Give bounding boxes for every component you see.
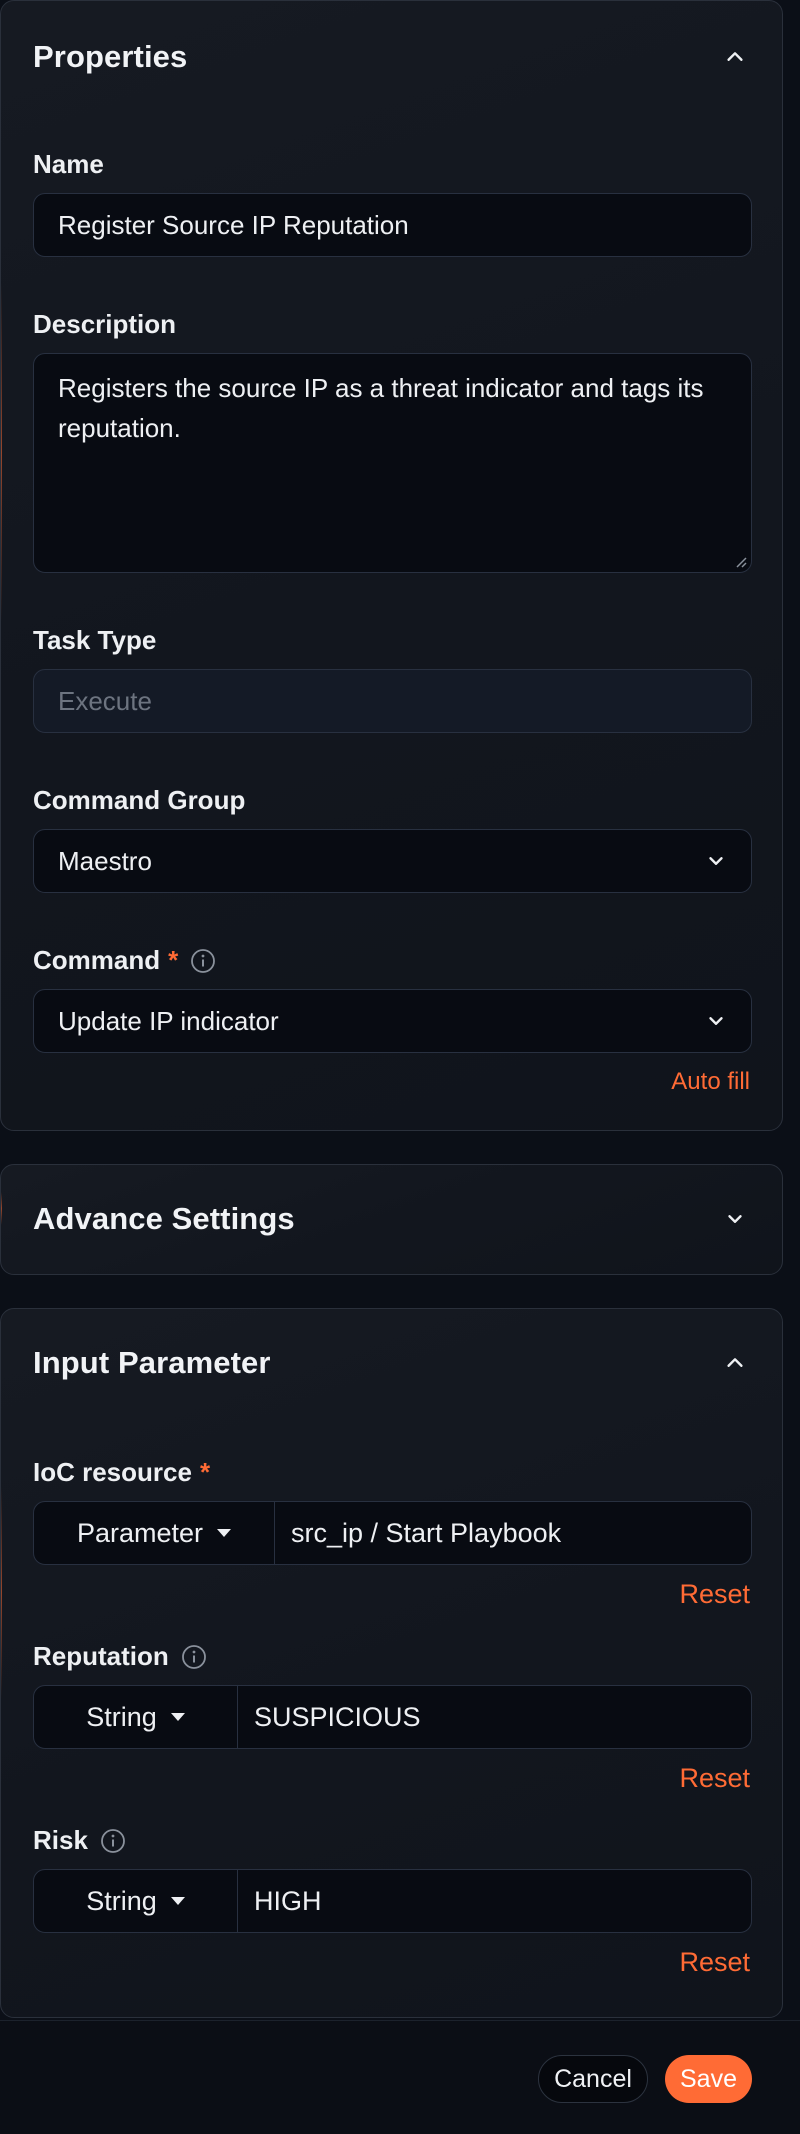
command-label: Command * xyxy=(33,945,216,976)
command-select[interactable]: Update IP indicator xyxy=(33,989,752,1053)
caret-down-icon xyxy=(170,1713,185,1721)
save-button[interactable]: Save xyxy=(665,2055,752,2103)
advance-settings-title: Advance Settings xyxy=(33,1201,295,1236)
input-parameter-card: Input Parameter IoC resource * Parameter… xyxy=(0,1308,783,2018)
auto-fill-link[interactable]: Auto fill xyxy=(671,1068,750,1096)
reputation-type-select[interactable]: String xyxy=(34,1686,238,1748)
footer-bar: Cancel Save xyxy=(0,2020,800,2134)
properties-card: Properties Name Register Source IP Reput… xyxy=(0,0,783,1131)
reputation-reset-link[interactable]: Reset xyxy=(679,1763,750,1794)
reputation-value-input[interactable]: SUSPICIOUS xyxy=(238,1686,751,1748)
chevron-down-icon xyxy=(709,857,723,865)
reputation-label: Reputation xyxy=(33,1641,207,1672)
name-label: Name xyxy=(33,149,104,179)
advance-settings-header[interactable]: Advance Settings xyxy=(33,1199,750,1239)
cancel-button[interactable]: Cancel xyxy=(538,2055,648,2103)
advance-settings-card: Advance Settings xyxy=(0,1164,783,1275)
task-properties-panel: Properties Name Register Source IP Reput… xyxy=(0,0,800,2134)
ioc-resource-field: Parameter src_ip / Start Playbook xyxy=(33,1501,752,1565)
info-icon[interactable] xyxy=(190,948,216,974)
risk-reset-link[interactable]: Reset xyxy=(679,1947,750,1978)
task-type-label: Task Type xyxy=(33,625,157,655)
chevron-up-icon[interactable] xyxy=(720,1348,750,1378)
risk-field: String HIGH xyxy=(33,1869,752,1933)
input-parameter-header[interactable]: Input Parameter xyxy=(33,1343,750,1383)
caret-down-icon xyxy=(217,1529,232,1537)
chevron-down-icon xyxy=(709,1017,723,1025)
task-type-input: Execute xyxy=(33,669,752,733)
description-textarea[interactable]: Registers the source IP as a threat indi… xyxy=(33,353,752,573)
description-label: Description xyxy=(33,309,177,339)
chevron-down-icon[interactable] xyxy=(720,1204,750,1234)
command-group-select[interactable]: Maestro xyxy=(33,829,752,893)
caret-down-icon xyxy=(170,1897,185,1905)
risk-type-select[interactable]: String xyxy=(34,1870,238,1932)
required-asterisk: * xyxy=(168,945,179,975)
info-icon[interactable] xyxy=(100,1828,126,1854)
ioc-resource-label: IoC resource * xyxy=(33,1457,211,1487)
reputation-field: String SUSPICIOUS xyxy=(33,1685,752,1749)
name-input[interactable]: Register Source IP Reputation xyxy=(33,193,752,257)
properties-header[interactable]: Properties xyxy=(33,37,750,77)
info-icon[interactable] xyxy=(181,1644,207,1670)
ioc-resource-type-select[interactable]: Parameter xyxy=(34,1502,275,1564)
risk-label: Risk xyxy=(33,1825,126,1856)
risk-value-input[interactable]: HIGH xyxy=(238,1870,751,1932)
properties-title: Properties xyxy=(33,39,188,74)
chevron-up-icon[interactable] xyxy=(720,42,750,72)
input-parameter-title: Input Parameter xyxy=(33,1345,271,1380)
required-asterisk: * xyxy=(199,1457,211,1487)
command-group-label: Command Group xyxy=(33,785,246,815)
ioc-resource-value-input[interactable]: src_ip / Start Playbook xyxy=(275,1502,751,1564)
resize-handle-icon[interactable] xyxy=(733,554,747,568)
ioc-resource-reset-link[interactable]: Reset xyxy=(679,1579,750,1610)
